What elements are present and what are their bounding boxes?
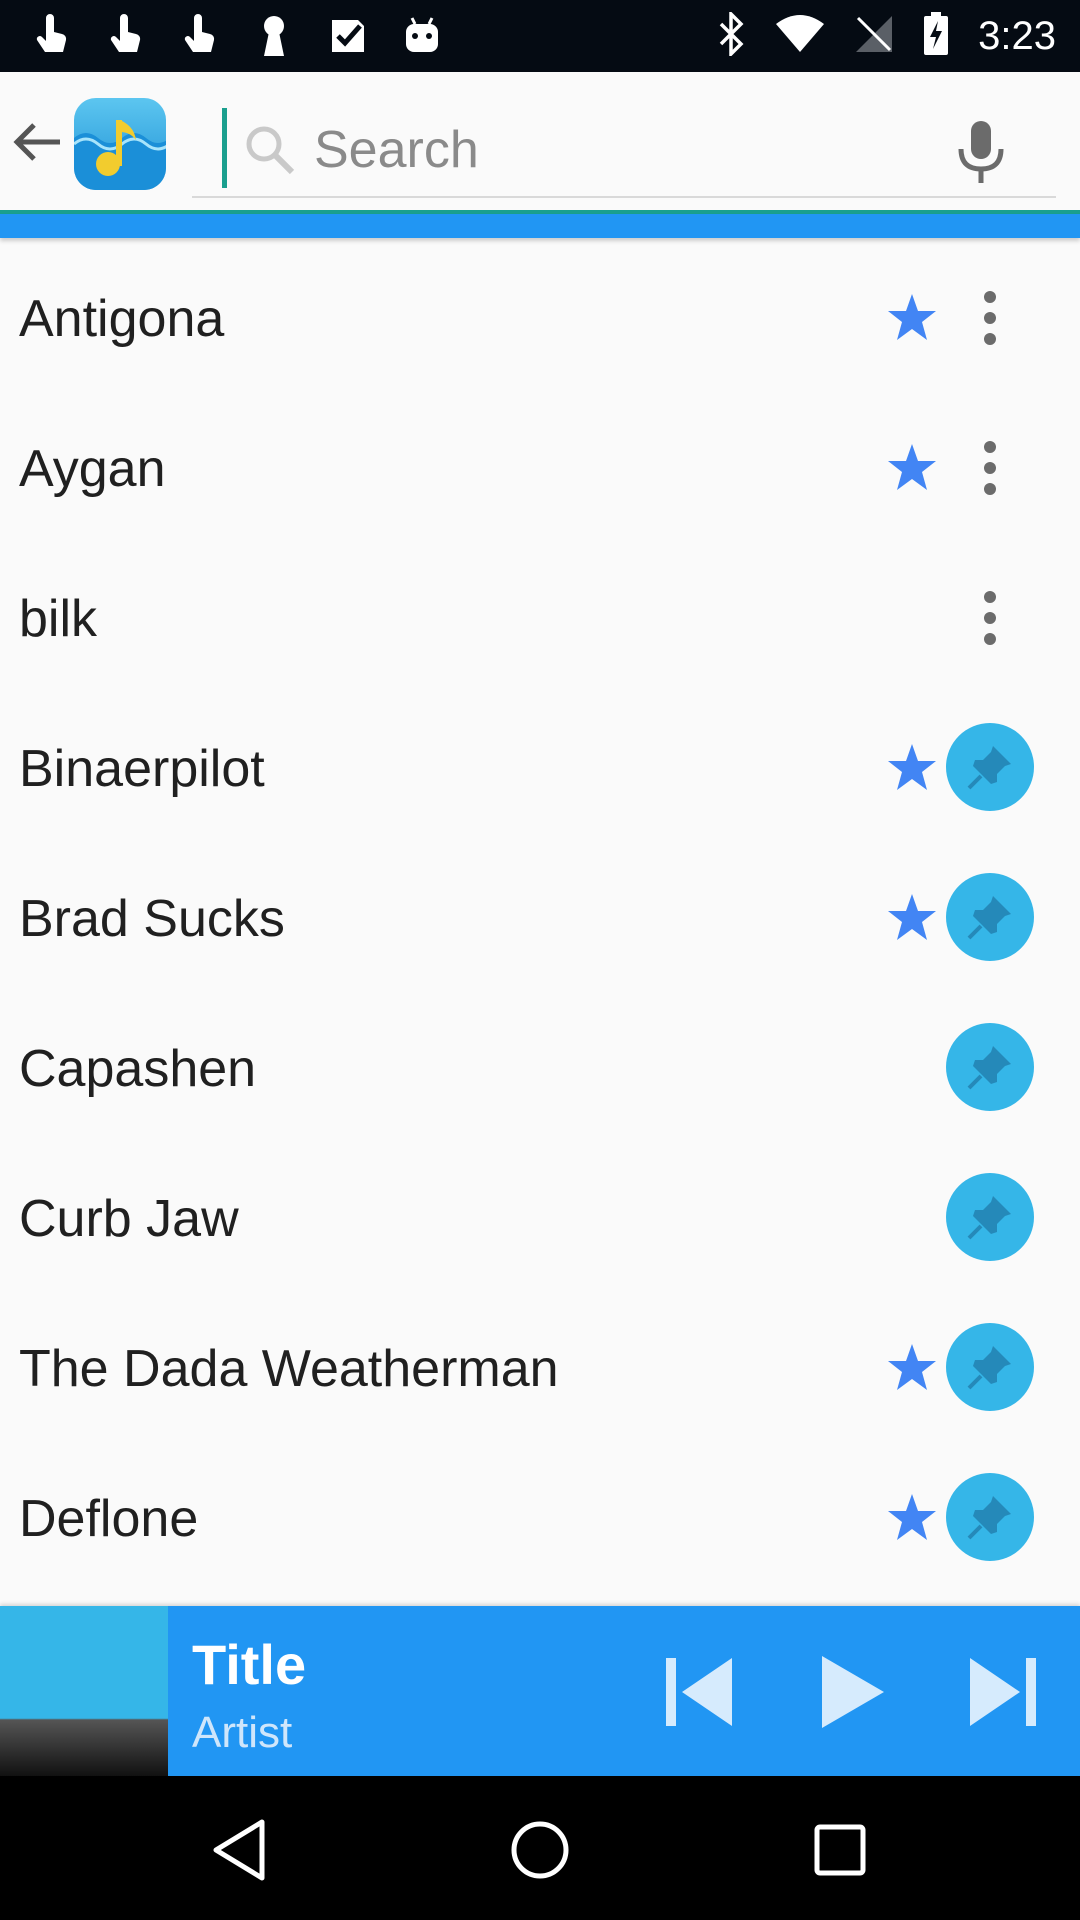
- status-bar: 3:23: [0, 0, 1080, 72]
- battery-charging-icon: [922, 11, 950, 62]
- bluetooth-icon: [716, 9, 746, 61]
- pin-button[interactable]: [946, 1173, 1034, 1261]
- navigation-bar: [0, 1776, 1080, 1920]
- list-item[interactable]: Binaerpilot: [0, 693, 1080, 843]
- back-button[interactable]: [8, 106, 68, 178]
- pin-icon: [967, 1046, 1011, 1090]
- artist-name: Brad Sucks: [19, 890, 285, 948]
- list-item[interactable]: Brad Sucks: [0, 843, 1080, 993]
- artist-name: Curb Jaw: [19, 1190, 239, 1248]
- star-icon[interactable]: [885, 741, 939, 795]
- list-item[interactable]: Curb Jaw: [0, 1143, 1080, 1293]
- status-time: 3:23: [978, 13, 1056, 58]
- list-item[interactable]: Antigona: [0, 243, 1080, 393]
- pin-icon: [967, 1346, 1011, 1390]
- pin-button[interactable]: [946, 873, 1034, 961]
- recents-button[interactable]: [792, 1802, 888, 1898]
- star-icon[interactable]: [885, 291, 939, 345]
- search-box: [192, 102, 1056, 198]
- more-options-button[interactable]: [960, 433, 1020, 503]
- artist-name: Capashen: [19, 1040, 257, 1098]
- search-icon: [242, 122, 298, 178]
- star-icon[interactable]: [885, 1341, 939, 1395]
- text-cursor: [222, 108, 227, 188]
- more-options-button[interactable]: [960, 583, 1020, 653]
- pin-icon: [967, 1196, 1011, 1240]
- no-sim-icon: [854, 14, 894, 59]
- album-art[interactable]: [0, 1606, 168, 1776]
- android-icon: [400, 14, 444, 58]
- microphone-icon: [958, 121, 1004, 183]
- track-title: Title: [192, 1633, 307, 1696]
- pin-icon: [967, 1496, 1011, 1540]
- pin-button[interactable]: [946, 723, 1034, 811]
- touch-icon: [104, 14, 148, 58]
- artist-name: Binaerpilot: [19, 740, 265, 798]
- list-item[interactable]: Deflone: [0, 1443, 1080, 1593]
- more-vert-icon: [984, 291, 996, 345]
- play-icon: [822, 1656, 884, 1728]
- nav-back-icon: [213, 1819, 265, 1881]
- artist-list: Antigona Aygan bilk Binaerpilot Brad Suc…: [0, 243, 1080, 1606]
- notification-icons: [30, 10, 444, 62]
- artist-name: Aygan: [19, 440, 166, 498]
- list-item[interactable]: bilk: [0, 543, 1080, 693]
- wifi-icon: [774, 14, 826, 59]
- track-artist: Artist: [192, 1708, 293, 1757]
- pin-icon: [967, 896, 1011, 940]
- star-icon[interactable]: [885, 891, 939, 945]
- list-item[interactable]: The Dada Weatherman: [0, 1293, 1080, 1443]
- header-bar: [0, 214, 1080, 238]
- pin-icon: [967, 746, 1011, 790]
- back-arrow-icon: [13, 123, 60, 161]
- nav-back-button[interactable]: [192, 1802, 288, 1898]
- star-icon[interactable]: [885, 1491, 939, 1545]
- pin-button[interactable]: [946, 1473, 1034, 1561]
- home-button[interactable]: [492, 1802, 588, 1898]
- pin-button[interactable]: [946, 1323, 1034, 1411]
- artist-name: bilk: [19, 590, 98, 648]
- skip-next-icon: [970, 1658, 1036, 1726]
- more-vert-icon: [984, 441, 996, 495]
- more-vert-icon: [984, 591, 996, 645]
- artist-name: The Dada Weatherman: [19, 1340, 559, 1398]
- more-options-button[interactable]: [960, 283, 1020, 353]
- check-icon: [326, 14, 370, 58]
- voice-search-button[interactable]: [946, 114, 1016, 190]
- touch-icon: [30, 14, 74, 58]
- previous-button[interactable]: [650, 1644, 746, 1740]
- now-playing-bar[interactable]: Title Artist: [0, 1606, 1080, 1776]
- touch-icon: [178, 14, 222, 58]
- search-input[interactable]: [314, 112, 874, 188]
- artist-name: Antigona: [19, 290, 225, 348]
- pin-button[interactable]: [946, 1023, 1034, 1111]
- system-icons: 3:23: [716, 0, 1056, 72]
- list-item[interactable]: Capashen: [0, 993, 1080, 1143]
- home-icon: [511, 1821, 569, 1879]
- skip-previous-icon: [666, 1658, 732, 1726]
- recents-icon: [814, 1824, 866, 1876]
- list-item[interactable]: Aygan: [0, 393, 1080, 543]
- artist-name: Deflone: [19, 1490, 199, 1548]
- keyhole-icon: [252, 14, 296, 58]
- play-button[interactable]: [802, 1644, 898, 1740]
- search-toolbar: [0, 72, 1080, 212]
- next-button[interactable]: [956, 1644, 1052, 1740]
- app-logo: [74, 98, 166, 190]
- star-icon[interactable]: [885, 441, 939, 495]
